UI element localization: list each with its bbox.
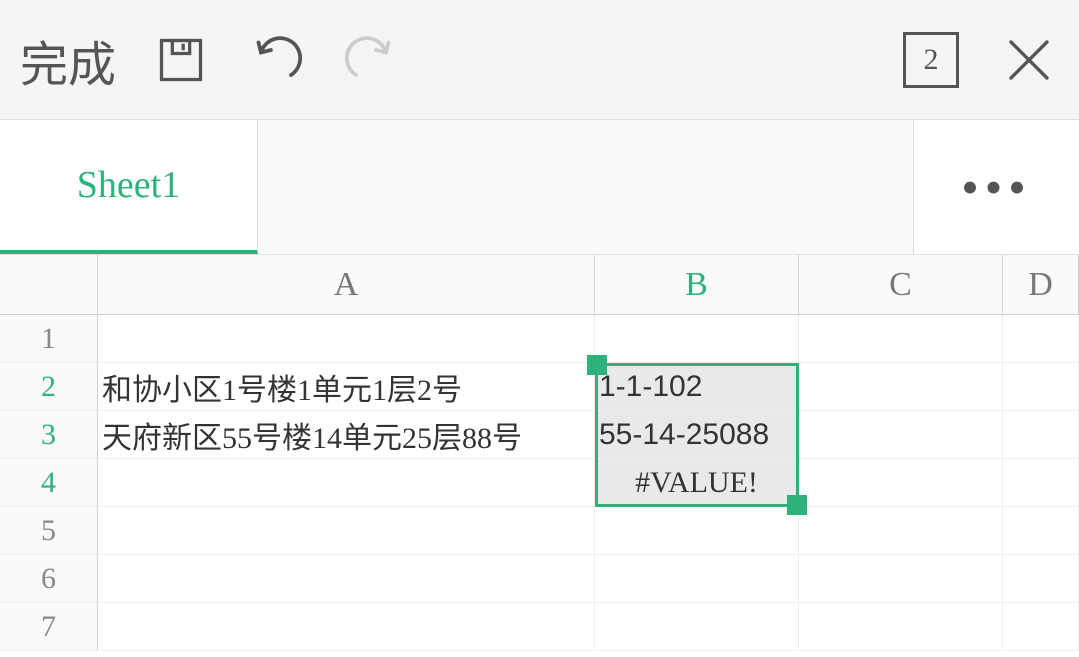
sheet-tabbar: Sheet1 ••• [0,120,1079,255]
cell[interactable] [98,507,595,555]
table-row: 2和协小区1号楼1单元1层2号1-1-102 [0,363,1079,411]
col-header-c[interactable]: C [799,255,1003,315]
tab-sheet1[interactable]: Sheet1 [0,120,258,254]
cell[interactable] [595,507,799,555]
cell[interactable] [595,555,799,603]
redo-icon [341,30,401,90]
cell[interactable] [799,363,1003,411]
close-icon [1002,33,1056,87]
row-header[interactable]: 5 [0,507,98,555]
table-row: 5 [0,507,1079,555]
redo-button[interactable] [341,30,401,90]
toolbar-left: 完成 [20,25,401,95]
cell[interactable]: 天府新区55号楼14单元25层88号 [98,411,595,459]
toolbar-right: 2 [903,30,1059,90]
save-icon [155,34,207,86]
cell[interactable] [1003,555,1079,603]
col-header-b[interactable]: B [595,255,799,315]
cell[interactable] [595,603,799,651]
cell[interactable] [98,459,595,507]
spreadsheet-grid[interactable]: A B C D 12和协小区1号楼1单元1层2号1-1-1023天府新区55号楼… [0,255,1079,651]
col-header-a[interactable]: A [98,255,595,315]
row-header[interactable]: 1 [0,315,98,363]
cell[interactable] [799,459,1003,507]
cell[interactable] [1003,459,1079,507]
cell[interactable]: 1-1-102 [595,363,799,411]
cell[interactable] [799,603,1003,651]
cell[interactable] [1003,603,1079,651]
cell[interactable] [98,603,595,651]
cell[interactable] [1003,315,1079,363]
cell[interactable] [1003,411,1079,459]
table-row: 1 [0,315,1079,363]
close-button[interactable] [999,30,1059,90]
cell[interactable] [799,555,1003,603]
cell[interactable] [595,315,799,363]
undo-icon [246,30,306,90]
row-header[interactable]: 6 [0,555,98,603]
more-button[interactable]: ••• [914,120,1079,254]
row-header[interactable]: 7 [0,603,98,651]
cell[interactable]: 和协小区1号楼1单元1层2号 [98,363,595,411]
toolbar: 完成 2 [0,0,1079,120]
table-row: 4 #VALUE! [0,459,1079,507]
cell[interactable] [1003,363,1079,411]
column-headers: A B C D [0,255,1079,315]
cell[interactable] [799,507,1003,555]
table-row: 7 [0,603,1079,651]
table-row: 6 [0,555,1079,603]
tab-empty-area[interactable] [258,120,914,254]
row-header[interactable]: 4 [0,459,98,507]
more-icon: ••• [961,158,1032,216]
rows-container: 12和协小区1号楼1单元1层2号1-1-1023天府新区55号楼14单元25层8… [0,315,1079,651]
table-row: 3天府新区55号楼14单元25层88号55-14-25088 [0,411,1079,459]
save-button[interactable] [151,30,211,90]
select-all-corner[interactable] [0,255,98,315]
row-header[interactable]: 2 [0,363,98,411]
row-header[interactable]: 3 [0,411,98,459]
cell[interactable] [98,555,595,603]
cell[interactable] [98,315,595,363]
done-button[interactable]: 完成 [20,25,116,95]
cell[interactable] [799,315,1003,363]
tab-count-badge[interactable]: 2 [903,32,959,88]
cell[interactable]: #VALUE! [595,459,799,507]
undo-button[interactable] [246,30,306,90]
cell[interactable] [799,411,1003,459]
col-header-d[interactable]: D [1003,255,1079,315]
cell[interactable] [1003,507,1079,555]
cell[interactable]: 55-14-25088 [595,411,799,459]
